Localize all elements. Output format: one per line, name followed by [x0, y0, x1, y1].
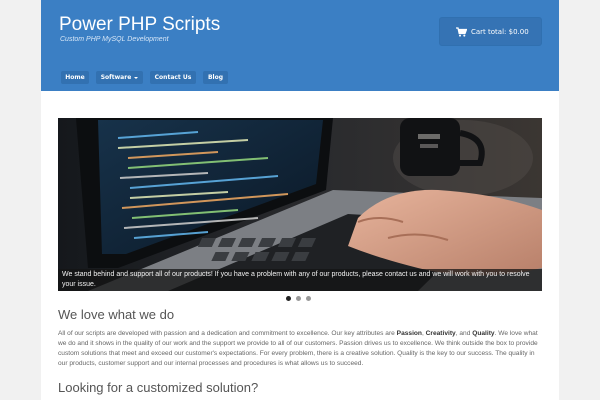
- nav-item-software[interactable]: Software: [96, 71, 143, 84]
- keyword-creativity: Creativity: [425, 330, 456, 337]
- site-header: Power PHP Scripts Custom PHP MySQL Devel…: [41, 0, 559, 91]
- hero-slider[interactable]: We stand behind and support all of our p…: [58, 118, 542, 291]
- keyword-quality: Quality: [472, 330, 495, 337]
- laptop-typing-photo: [58, 118, 542, 291]
- intro-text: All of our scripts are developed with pa…: [58, 330, 397, 337]
- page-container: Power PHP Scripts Custom PHP MySQL Devel…: [41, 0, 559, 400]
- cart-total-label: Cart total: $0.00: [471, 28, 529, 36]
- slider-dot-3[interactable]: [306, 296, 311, 301]
- intro-paragraph: All of our scripts are developed with pa…: [58, 329, 544, 369]
- nav-item-label: Home: [65, 74, 85, 81]
- nav-item-contact-us[interactable]: Contact Us: [150, 71, 196, 84]
- slider-caption-text: We stand behind and support all of our p…: [62, 271, 530, 288]
- intro-heading: We love what we do: [58, 307, 175, 322]
- shopping-cart-icon: [456, 27, 467, 37]
- nav-item-blog[interactable]: Blog: [203, 71, 228, 84]
- slider-caption: We stand behind and support all of our p…: [58, 269, 542, 291]
- slider-dot-1[interactable]: [286, 296, 291, 301]
- nav-item-label: Software: [100, 74, 132, 81]
- cart-button[interactable]: Cart total: $0.00: [439, 17, 542, 46]
- nav-item-label: Contact Us: [154, 74, 192, 81]
- site-title[interactable]: Power PHP Scripts: [59, 14, 220, 36]
- keyword-passion: Passion: [396, 330, 422, 337]
- chevron-down-icon: [134, 76, 139, 79]
- site-tagline: Custom PHP MySQL Development: [60, 36, 169, 43]
- nav-item-label: Blog: [207, 74, 224, 81]
- nav-item-home[interactable]: Home: [61, 71, 89, 84]
- slider-dot-2[interactable]: [296, 296, 301, 301]
- custom-solution-heading: Looking for a customized solution?: [58, 380, 259, 395]
- intro-separator: , and: [455, 330, 473, 337]
